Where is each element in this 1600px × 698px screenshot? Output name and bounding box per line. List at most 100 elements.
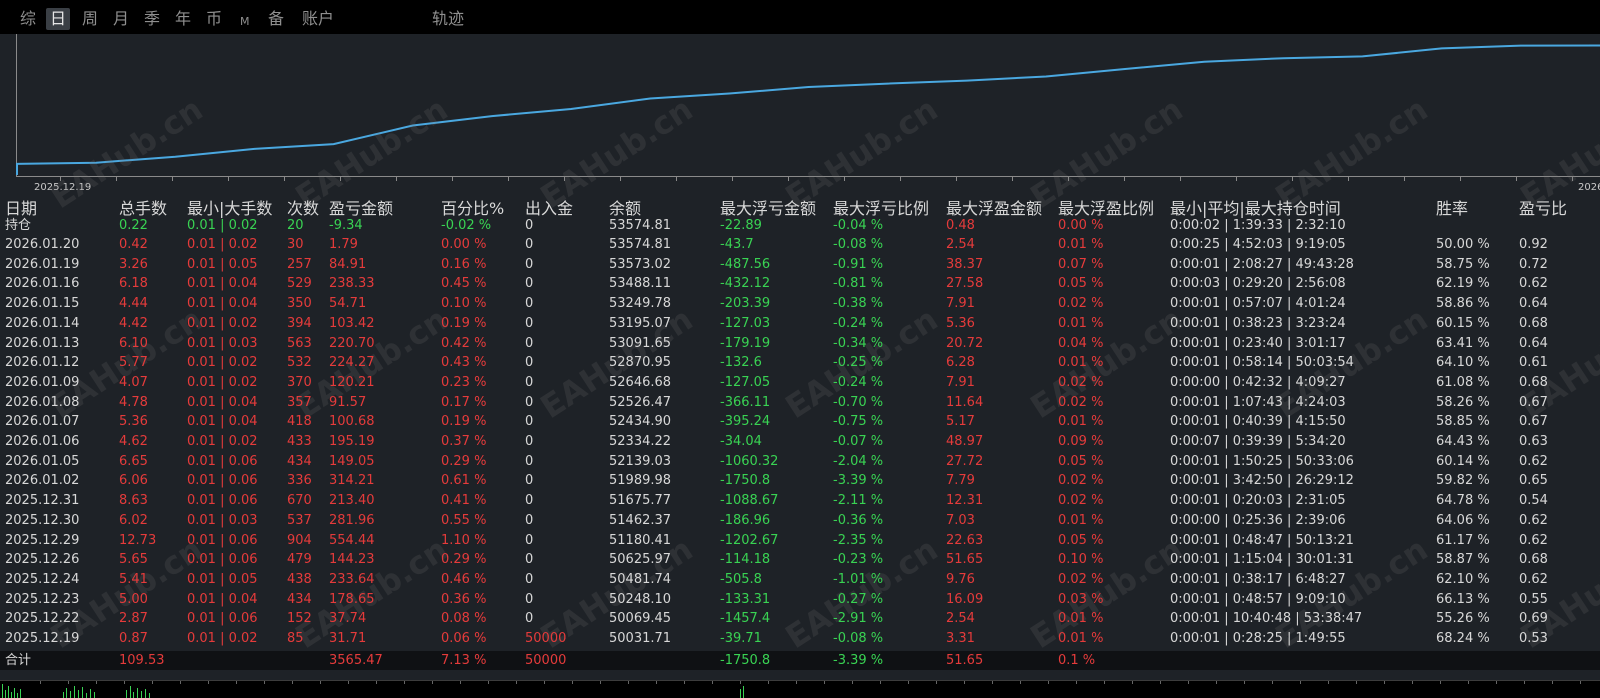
holding-count: 20	[287, 218, 304, 233]
table-row[interactable]: 2026.01.13 6.10 0.01 | 0.03 563 220.70 0.42 %…	[0, 334, 1600, 353]
cell-maxfp_pct: 0.01 %	[1058, 355, 1104, 371]
cell-date: 2026.01.15	[5, 296, 80, 312]
cell-lots: 4.62	[119, 434, 148, 449]
cell-win: 61.08 %	[1436, 374, 1490, 390]
chart-tick	[340, 177, 341, 181]
table-row[interactable]: 2025.12.26 5.65 0.01 | 0.06 479 144.23 0.29 %…	[0, 550, 1600, 569]
table-row[interactable]: 2025.12.19 0.87 0.01 | 0.02 85 31.71 0.06 % 50…	[0, 629, 1600, 648]
cell-pnl: 84.91	[329, 256, 367, 272]
strip-tick	[936, 681, 937, 684]
cell-pf: 0.61	[1519, 355, 1548, 371]
table-row[interactable]: 2025.12.23 5.00 0.01 | 0.04 434 178.65 0.36 %…	[0, 590, 1600, 609]
activity-bar	[145, 689, 146, 698]
cell-date: 2025.12.22	[5, 611, 80, 627]
cell-maxdd: -1750.8	[720, 473, 771, 489]
strip-tick	[1552, 681, 1553, 684]
cell-maxfp_pct: 0.02 %	[1058, 473, 1104, 489]
chart-tick	[676, 177, 677, 181]
strip-tick	[68, 681, 69, 684]
cell-balance: 52526.47	[609, 394, 672, 410]
table-row[interactable]: 2026.01.07 5.36 0.01 | 0.04 418 100.68 0.19 %…	[0, 412, 1600, 431]
cell-pf: 0.62	[1519, 532, 1548, 548]
table-row[interactable]: 2026.01.05 6.65 0.01 | 0.06 434 149.05 0.29 %…	[0, 452, 1600, 471]
chart-tick	[172, 177, 173, 181]
cell-win: 64.10 %	[1436, 355, 1490, 371]
activity-bar	[149, 693, 150, 698]
strip-tick	[1384, 681, 1385, 684]
tab-0[interactable]: 综	[20, 8, 36, 30]
cell-maxdd: -432.12	[720, 276, 771, 292]
tab-10[interactable]: 轨迹	[432, 8, 464, 30]
cell-balance: 52139.03	[609, 453, 672, 469]
strip-tick	[1272, 681, 1273, 684]
cell-balance: 51989.98	[609, 473, 672, 489]
cell-maxfp: 12.31	[946, 493, 984, 509]
cell-minmax: 0.01 | 0.05	[187, 571, 258, 587]
table-row[interactable]: 2026.01.08 4.78 0.01 | 0.04 357 91.57 0.17 % 0…	[0, 393, 1600, 412]
table-row[interactable]: 2026.01.02 6.06 0.01 | 0.06 336 314.21 0.61 %…	[0, 471, 1600, 490]
cell-minmax: 0.01 | 0.04	[187, 414, 258, 430]
activity-bar	[14, 688, 15, 698]
tab-9[interactable]: 账户	[302, 8, 334, 30]
cell-maxfp_pct: 0.02 %	[1058, 493, 1104, 509]
cell-date: 2025.12.29	[5, 532, 80, 548]
total-flow: 50000	[525, 652, 567, 668]
cell-maxdd: -133.31	[720, 591, 771, 607]
cell-count: 336	[287, 473, 312, 489]
report-panel: 2025.12.19 2026 EAHub.cnEAHub.cnEAHub.cn…	[0, 34, 1600, 698]
holding-lots: 0.22	[119, 218, 148, 233]
activity-bar	[137, 688, 138, 698]
tab-5[interactable]: 年	[175, 8, 191, 30]
activity-bar	[94, 692, 95, 698]
table-row[interactable]: 2026.01.06 4.62 0.01 | 0.02 433 195.19 0.37 %…	[0, 432, 1600, 451]
tab-1[interactable]: 日	[46, 8, 71, 30]
table-row[interactable]: 2026.01.09 4.07 0.01 | 0.02 370 120.21 0.23 %…	[0, 373, 1600, 392]
cell-pct: 0.46 %	[441, 571, 487, 587]
tab-2[interactable]: 周	[82, 8, 98, 30]
table-row[interactable]: 2026.01.14 4.42 0.01 | 0.02 394 103.42 0.19 %…	[0, 314, 1600, 333]
cell-pf: 0.55	[1519, 591, 1548, 607]
table-row[interactable]: 2025.12.29 12.73 0.01 | 0.06 904 554.44 1.10 …	[0, 531, 1600, 550]
cell-pct: 0.19 %	[441, 315, 487, 331]
cell-pf: 0.69	[1519, 611, 1548, 627]
cell-balance: 53574.81	[609, 237, 672, 252]
table-row[interactable]: 2025.12.31 8.63 0.01 | 0.06 670 213.40 0.41 %…	[0, 491, 1600, 510]
tab-6[interactable]: 币	[206, 8, 222, 30]
activity-bar	[2, 684, 3, 698]
cell-date: 2026.01.02	[5, 473, 80, 489]
table-row[interactable]: 2025.12.24 5.41 0.01 | 0.05 438 233.64 0.46 %…	[0, 570, 1600, 589]
cell-maxfp_pct: 0.01 %	[1058, 414, 1104, 430]
cell-win: 64.06 %	[1436, 512, 1490, 528]
table-row[interactable]: 2026.01.19 3.26 0.01 | 0.05 257 84.91 0.16 % 0…	[0, 255, 1600, 274]
tab-8[interactable]: 备	[268, 8, 284, 30]
cell-minmax: 0.01 | 0.02	[187, 355, 258, 371]
table-row[interactable]: 2026.01.12 5.77 0.01 | 0.02 532 224.27 0.43 %…	[0, 353, 1600, 372]
cell-date: 2025.12.23	[5, 591, 80, 607]
table-row[interactable]: 2026.01.16 6.18 0.01 | 0.04 529 238.33 0.45 %…	[0, 274, 1600, 293]
cell-pf: 0.54	[1519, 493, 1548, 509]
cell-lots: 3.26	[119, 256, 148, 272]
cell-maxfp: 7.79	[946, 473, 975, 489]
cell-minmax: 0.01 | 0.02	[187, 237, 258, 252]
cell-count: 434	[287, 591, 312, 607]
cell-date: 2026.01.06	[5, 434, 80, 449]
strip-tick	[796, 681, 797, 684]
table-row[interactable]: 2026.01.20 0.42 0.01 | 0.02 30 1.79 0.00 % 0 53…	[0, 235, 1600, 254]
cell-maxdd_pct: -0.24 %	[833, 374, 884, 390]
holding-balance: 53574.81	[609, 218, 672, 233]
cell-lots: 8.63	[119, 493, 148, 509]
activity-strip	[0, 680, 1600, 698]
cell-pnl: 54.71	[329, 296, 367, 312]
tab-7[interactable]: M	[240, 11, 250, 33]
tab-4[interactable]: 季	[144, 8, 160, 30]
table-row[interactable]: 2026.01.15 4.44 0.01 | 0.04 350 54.71 0.10 % 0…	[0, 294, 1600, 313]
chart-tick	[60, 177, 61, 181]
cell-win: 58.86 %	[1436, 296, 1490, 312]
cell-win: 60.14 %	[1436, 453, 1490, 469]
table-row[interactable]: 2025.12.22 2.87 0.01 | 0.06 152 37.74 0.08 % 0…	[0, 609, 1600, 628]
cell-pnl: 103.42	[329, 315, 375, 331]
table-row[interactable]: 2025.12.30 6.02 0.01 | 0.03 537 281.96 0.55 %…	[0, 511, 1600, 530]
cell-hold: 0:00:01 | 0:20:03 | 2:31:05	[1170, 493, 1346, 509]
tab-3[interactable]: 月	[113, 8, 129, 30]
equity-line	[16, 44, 1600, 175]
